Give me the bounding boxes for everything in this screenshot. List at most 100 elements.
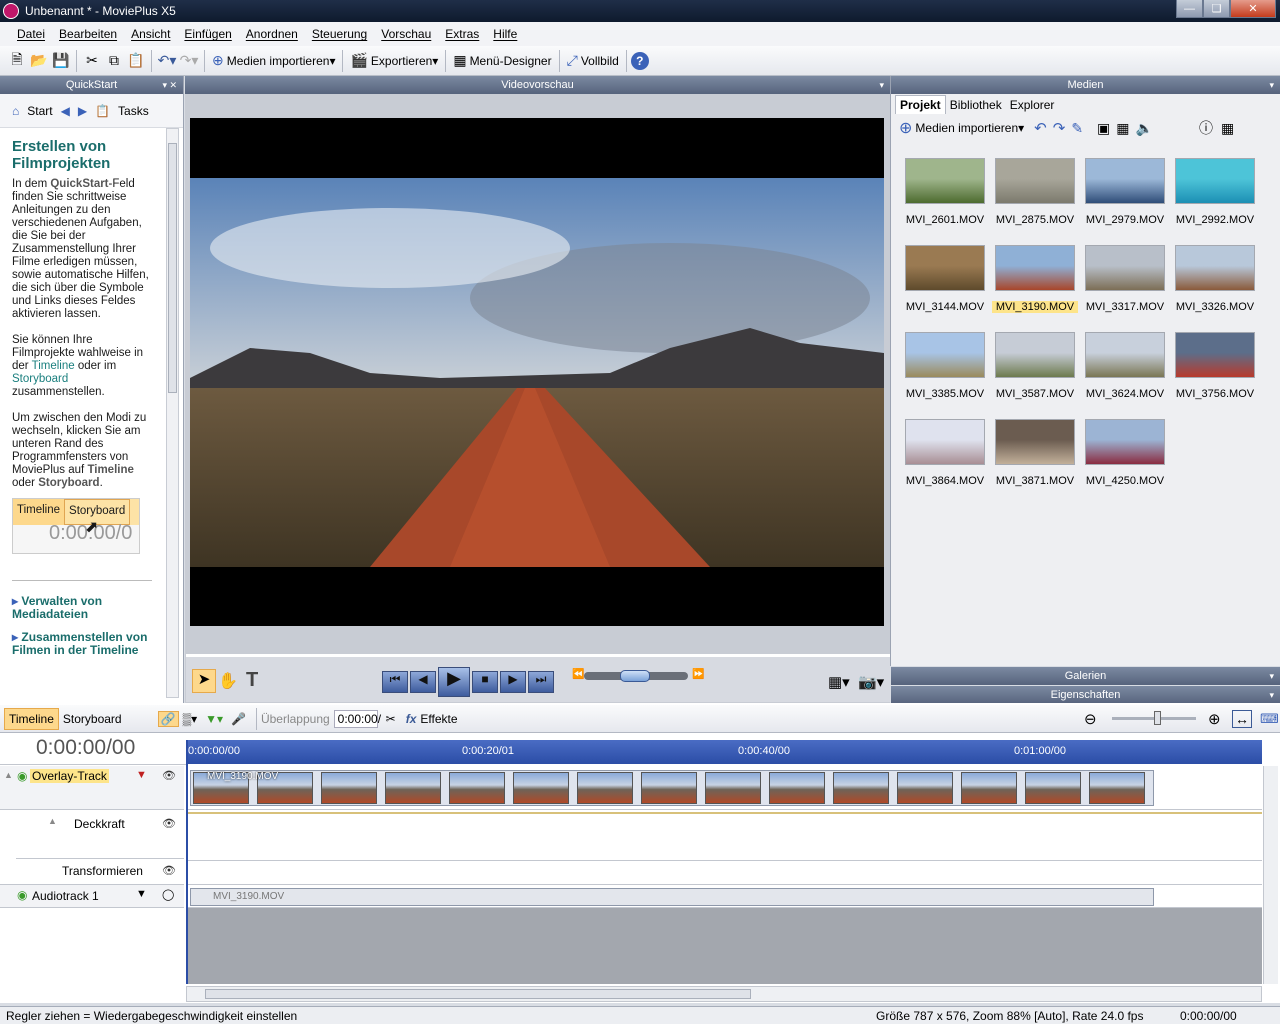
media-item[interactable]: MVI_3144.MOV (902, 245, 988, 325)
media-item[interactable]: MVI_3385.MOV (902, 332, 988, 412)
preview-menu-icon[interactable]: ▾ (879, 80, 884, 91)
back-icon[interactable]: ◀ (61, 104, 70, 118)
audio-track-header[interactable]: ◉ Audiotrack 1 ▼ ◯ (0, 884, 184, 908)
storyboard-link[interactable]: Storyboard (12, 373, 68, 385)
stop-icon[interactable]: ■ (472, 671, 498, 693)
media-item[interactable]: MVI_3326.MOV (1172, 245, 1258, 325)
overlay-track-header[interactable]: ▲ ◉ Overlay-Track ▼ 👁 (0, 766, 184, 810)
video-clip[interactable]: MVI_3190.MOV (190, 770, 1154, 806)
storyboard-mode-button[interactable]: Storyboard (59, 708, 126, 730)
maximize-button[interactable]: ❑ (1203, 0, 1230, 18)
properties-header[interactable]: Eigenschaften ▾ (891, 686, 1280, 704)
media-item[interactable]: MVI_3190.MOV (992, 245, 1078, 325)
playhead[interactable] (186, 740, 188, 984)
export-button[interactable]: 🎬 Exportieren ▾ (347, 50, 441, 72)
menu-steuerung[interactable]: Steuerung (312, 27, 367, 41)
audio-filter-icon[interactable]: 🔈 (1136, 120, 1153, 137)
menu-designer-button[interactable]: ▦ Menü-Designer (450, 50, 554, 72)
close-button[interactable]: ✕ (1230, 0, 1276, 18)
start-link[interactable]: Start (27, 104, 52, 118)
fit-icon[interactable]: ↔ (1232, 709, 1252, 728)
transition-icon[interactable]: ▒▾ (183, 712, 198, 726)
audio-clip[interactable]: MVI_3190.MOV (190, 888, 1154, 906)
paste-icon[interactable]: 📋 (125, 50, 147, 72)
fullscreen-button[interactable]: ⤢ Vollbild (564, 50, 622, 72)
opacity-eye-icon[interactable]: 👁 (162, 817, 176, 830)
new-file-icon[interactable]: 🗎 (6, 50, 28, 72)
text-tool-icon[interactable]: T (246, 669, 258, 692)
play-icon[interactable]: ▶ (438, 667, 470, 697)
pointer-tool-icon[interactable]: ➤ (192, 669, 216, 693)
rotate-right-icon[interactable]: ↷ (1053, 119, 1066, 137)
menu-ansicht[interactable]: Ansicht (131, 27, 170, 41)
split-view-icon[interactable]: ⌨ (1260, 711, 1279, 727)
tasks-icon[interactable]: 📋 (95, 104, 110, 118)
video-filter-icon[interactable]: ▣ (1097, 120, 1110, 137)
effects-icon[interactable]: fx (406, 712, 417, 726)
media-item[interactable]: MVI_2875.MOV (992, 158, 1078, 238)
media-menu-icon[interactable]: ▾ (1269, 80, 1274, 91)
track-enable-icon[interactable]: ◉ (17, 769, 27, 783)
home-icon[interactable]: ⌂ (12, 104, 19, 118)
media-import-button[interactable]: Medien importieren (915, 121, 1018, 135)
media-item[interactable]: MVI_3317.MOV (1082, 245, 1168, 325)
galleries-header[interactable]: Galerien ▾ (891, 667, 1280, 685)
menu-vorschau[interactable]: Vorschau (381, 27, 431, 41)
next-frame-icon[interactable]: ▶ (500, 671, 526, 693)
media-item[interactable]: MVI_2992.MOV (1172, 158, 1258, 238)
copy-icon[interactable]: ⧉ (103, 50, 125, 72)
forward-icon[interactable]: ▶ (78, 104, 87, 118)
redo-icon[interactable]: ↷▾ (178, 50, 200, 72)
timeline-vertical-scrollbar[interactable] (1263, 766, 1278, 984)
cut-icon[interactable]: ✂ (81, 50, 103, 72)
import-media-button[interactable]: ⊕ Medien importieren ▾ (209, 50, 338, 72)
menu-extras[interactable]: Extras (445, 27, 479, 41)
marker-icon[interactable]: ▼▾ (205, 712, 223, 726)
transform-eye-icon[interactable]: 👁 (162, 864, 176, 877)
menu-einfuegen[interactable]: Einfügen (184, 27, 231, 41)
time-ruler[interactable]: 0:00:00/00 0:00:20/01 0:00:40/00 0:01:00… (186, 740, 1262, 764)
microphone-icon[interactable]: 🎤 (231, 712, 246, 726)
grid-view-icon[interactable]: ▦ (1221, 120, 1234, 137)
undo-icon[interactable]: ↶▾ (156, 50, 178, 72)
hand-tool-icon[interactable]: ✋ (218, 671, 238, 691)
prev-frame-icon[interactable]: ◀ (410, 671, 436, 693)
media-item[interactable]: MVI_3864.MOV (902, 419, 988, 499)
audio-volume-icon[interactable]: ◯ (162, 888, 174, 901)
media-item[interactable]: MVI_2979.MOV (1082, 158, 1168, 238)
link-icon[interactable]: 🔗 (157, 710, 179, 727)
media-item[interactable]: MVI_3871.MOV (992, 419, 1078, 499)
edit-icon[interactable]: ✎ (1071, 120, 1083, 137)
split-icon[interactable]: ✂ (386, 712, 396, 726)
media-add-icon[interactable]: ⊕ (899, 118, 912, 138)
quickstart-scrollbar[interactable] (166, 128, 179, 698)
media-item[interactable]: MVI_3624.MOV (1082, 332, 1168, 412)
menu-datei[interactable]: Datei (17, 27, 45, 41)
assemble-timeline-link[interactable]: ▸ Zusammenstellen von Filmen in der Time… (12, 631, 158, 657)
minimize-button[interactable]: — (1176, 0, 1203, 18)
zoom-slider[interactable] (1112, 711, 1196, 725)
goto-end-icon[interactable]: ⏭ (528, 671, 554, 693)
zoom-in-icon[interactable]: ⊕ (1208, 710, 1221, 728)
display-options-icon[interactable]: ▦▾ (828, 673, 850, 691)
audio-menu-icon[interactable]: ▼ (136, 888, 147, 900)
media-item[interactable]: MVI_3587.MOV (992, 332, 1078, 412)
zoom-out-icon[interactable]: ⊖ (1084, 710, 1097, 728)
menu-bearbeiten[interactable]: Bearbeiten (59, 27, 117, 41)
media-item[interactable]: MVI_3756.MOV (1172, 332, 1258, 412)
help-icon[interactable]: ? (630, 51, 649, 70)
panel-close-icon[interactable]: ▾ ✕ (162, 80, 177, 91)
audio-enable-icon[interactable]: ◉ (17, 888, 27, 902)
save-icon[interactable]: 💾 (50, 50, 72, 72)
tasks-link[interactable]: Tasks (118, 104, 149, 118)
timeline-link[interactable]: Timeline (32, 360, 75, 372)
transform-track-header[interactable]: Transformieren 👁 (16, 860, 184, 884)
menu-anordnen[interactable]: Anordnen (246, 27, 298, 41)
tab-explorer[interactable]: Explorer (1006, 96, 1059, 114)
tab-bibliothek[interactable]: Bibliothek (946, 96, 1006, 114)
track-menu-icon[interactable]: ▼ (136, 769, 147, 781)
image-filter-icon[interactable]: ▦ (1116, 120, 1129, 137)
rotate-left-icon[interactable]: ↶ (1034, 119, 1047, 137)
timeline-mode-button[interactable]: Timeline (4, 707, 59, 730)
opacity-track-header[interactable]: ▲ Deckkraft 👁 (16, 812, 184, 859)
